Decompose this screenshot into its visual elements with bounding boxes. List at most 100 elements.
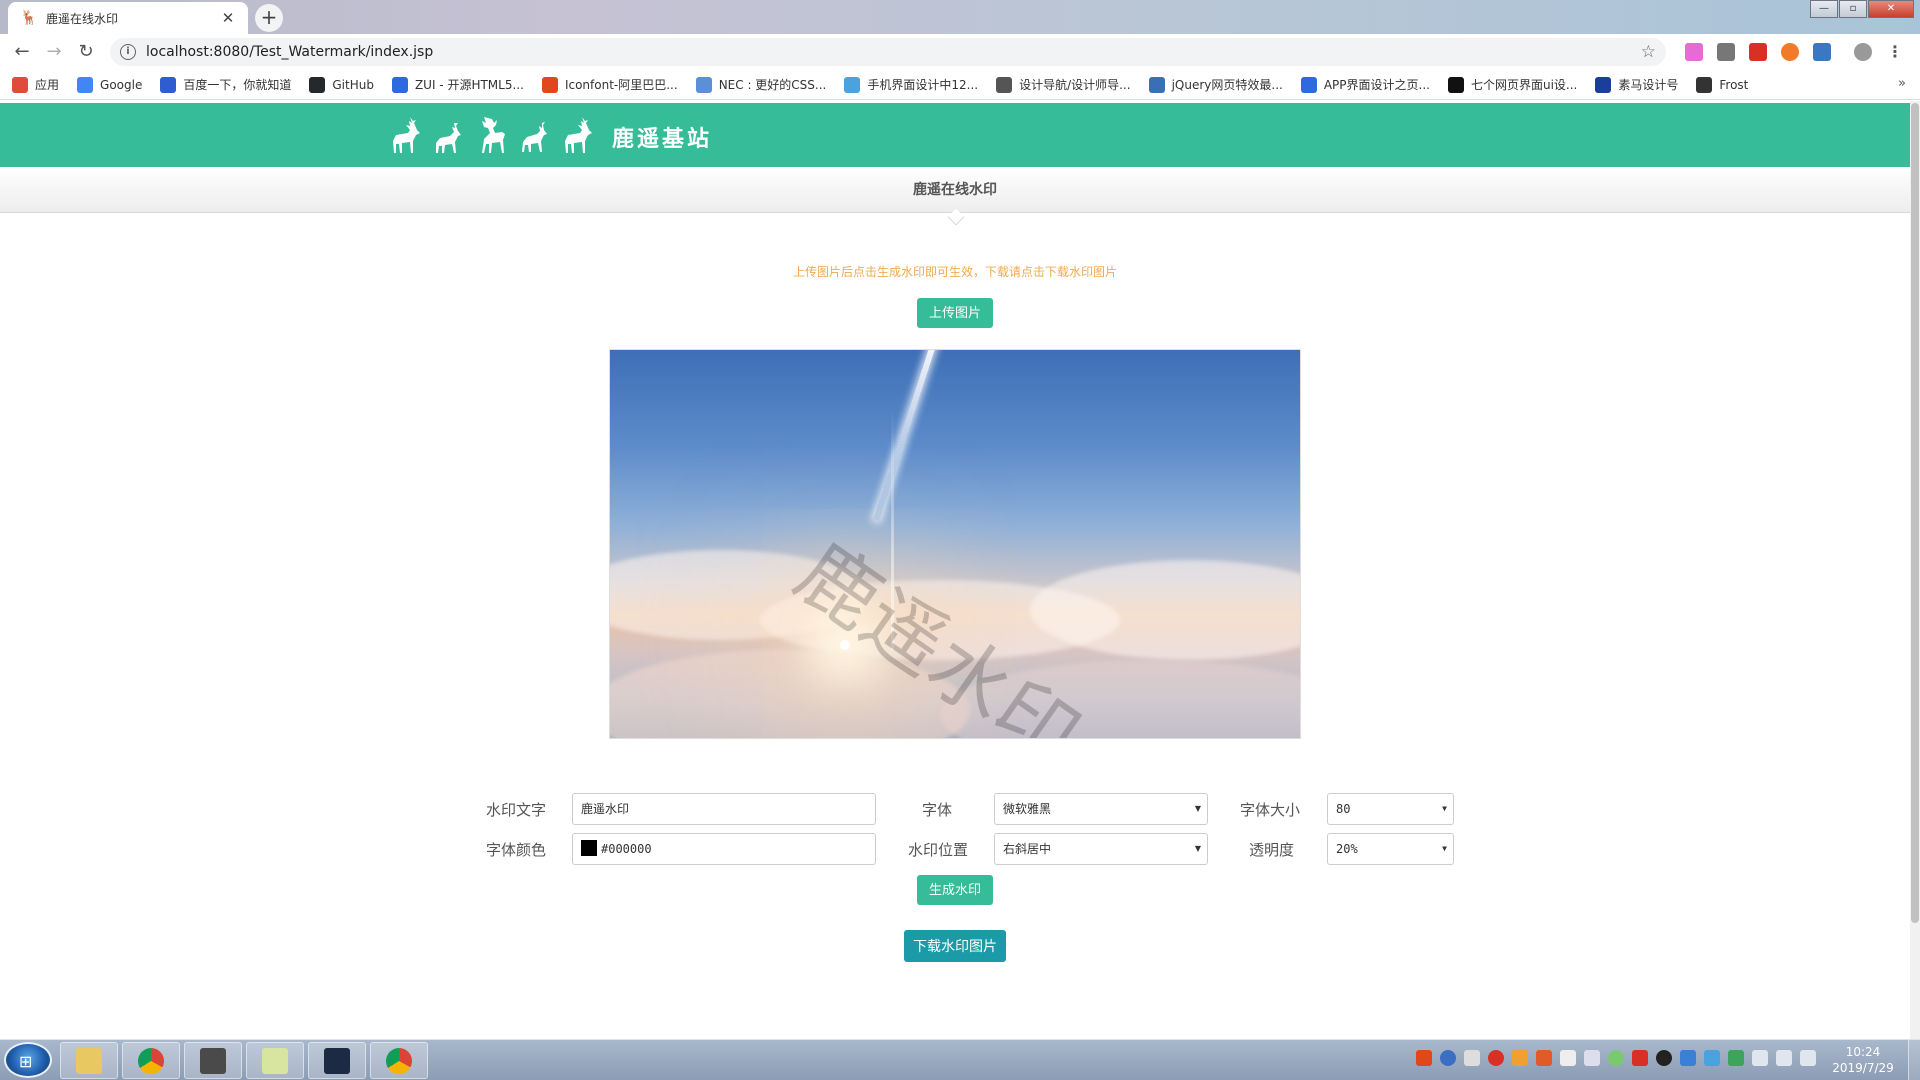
bookmark-item[interactable]: jQuery网页特效最... (1148, 76, 1283, 93)
site-header: 鹿遥基站 (0, 103, 1910, 167)
bookmark-item[interactable]: 手机界面设计中12... (844, 76, 978, 93)
color-swatch[interactable] (581, 840, 597, 856)
bookmark-item[interactable]: Iconfont-阿里巴巴... (541, 76, 678, 93)
taskbar-me[interactable] (308, 1042, 366, 1079)
bookmark-item[interactable]: NEC : 更好的CSS... (695, 76, 827, 93)
bookmark-item[interactable]: 素马设计号 (1595, 76, 1678, 93)
bookmark-label: Iconfont-阿里巴巴... (564, 78, 678, 92)
bookmark-item[interactable]: 百度一下，你就知道 (160, 76, 291, 93)
wechat-tray-icon[interactable] (1608, 1050, 1624, 1066)
clock-time: 10:24 (1845, 1045, 1881, 1059)
site-logo-text: 鹿遥基站 (612, 126, 713, 152)
bookmark-item[interactable]: 应用 (12, 76, 59, 93)
chrome-icon (138, 1047, 164, 1074)
bookmark-item[interactable]: GitHub (309, 76, 374, 93)
network-icon[interactable] (1800, 1050, 1816, 1066)
browser-tab[interactable]: 🦌 鹿遥在线水印 ✕ (8, 2, 248, 34)
bookmark-label: NEC : 更好的CSS... (718, 78, 827, 92)
tab-close-icon[interactable]: ✕ (220, 9, 236, 27)
bookmark-label: jQuery网页特效最... (1171, 78, 1283, 92)
sublime-icon (200, 1047, 226, 1074)
font-color-picker[interactable]: #000000 (572, 833, 876, 865)
watermark-text-label: 水印文字 (485, 801, 546, 819)
minimize-button[interactable]: — (1810, 0, 1838, 18)
profile-avatar[interactable] (1854, 43, 1872, 61)
qq-tray-icon[interactable] (1656, 1050, 1672, 1066)
show-desktop-button[interactable] (1908, 1040, 1920, 1080)
nvidia-tray-icon[interactable] (1728, 1050, 1744, 1066)
new-tab-button[interactable]: + (255, 4, 283, 32)
bookmark-label: 手机界面设计中12... (867, 78, 979, 92)
taskbar-clock[interactable]: 10:24 2019/7/29 (1828, 1044, 1898, 1076)
site-info-icon[interactable]: i (120, 44, 136, 60)
bookmark-item[interactable]: Frost (1696, 76, 1748, 93)
tray-icon[interactable] (1704, 1050, 1720, 1066)
tray-icon[interactable] (1632, 1050, 1648, 1066)
tray-icon[interactable] (1488, 1050, 1504, 1066)
download-watermark-button[interactable]: 下载水印图片 (904, 930, 1006, 962)
page-title[interactable]: 鹿遥在线水印 (913, 167, 997, 213)
extension-icon[interactable] (1685, 43, 1703, 61)
volume-icon[interactable] (1752, 1050, 1768, 1066)
extension-icon[interactable] (1749, 43, 1767, 61)
taskbar-explorer[interactable] (60, 1042, 118, 1079)
extension-icon[interactable] (1781, 43, 1799, 61)
tray-icon[interactable] (1416, 1050, 1432, 1066)
taskbar-notes[interactable] (246, 1042, 304, 1079)
bookmark-item[interactable]: Google (77, 76, 142, 93)
flag-icon[interactable] (1776, 1050, 1792, 1066)
font-size-select[interactable]: 80 (1327, 793, 1454, 825)
tray-icon[interactable] (1440, 1050, 1456, 1066)
bookmark-label: 设计导航/设计师导... (1019, 78, 1131, 92)
watermark-position-select[interactable]: 右斜居中 (994, 833, 1208, 865)
bookmark-label: 七个网页界面ui设... (1470, 78, 1578, 92)
reload-button[interactable]: ↻ (72, 38, 100, 66)
bookmark-star-icon[interactable]: ☆ (1641, 42, 1656, 62)
deer-logo-icon (565, 117, 592, 153)
extension-icon[interactable] (1717, 43, 1735, 61)
site-logo[interactable]: 鹿遥基站 (388, 115, 712, 155)
address-bar[interactable]: i localhost:8080/Test_Watermark/index.js… (110, 38, 1666, 66)
tray-icon[interactable] (1464, 1050, 1480, 1066)
tray-icon[interactable] (1560, 1050, 1576, 1066)
start-button[interactable]: ⊞ (4, 1042, 52, 1078)
forward-button[interactable]: → (40, 38, 68, 66)
bookmark-item[interactable]: ZUI - 开源HTML5... (391, 76, 524, 93)
url-text[interactable]: localhost:8080/Test_Watermark/index.jsp (146, 44, 1641, 60)
opacity-select[interactable]: 20% (1327, 833, 1454, 865)
watermark-position-label: 水印位置 (907, 841, 968, 859)
scrollbar-thumb[interactable] (1911, 103, 1919, 923)
deer-logo-icon (482, 117, 505, 153)
extensions-area: ⋮ (1678, 43, 1911, 61)
tray-icon[interactable] (1680, 1050, 1696, 1066)
bookmark-label: 百度一下，你就知道 (183, 78, 292, 92)
frost-icon (1696, 76, 1713, 93)
tray-icon[interactable] (1512, 1050, 1528, 1066)
taskbar-chrome-2[interactable] (370, 1042, 428, 1079)
bookmark-item[interactable]: 设计导航/设计师导... (996, 76, 1131, 93)
maximize-button[interactable]: ▫ (1839, 0, 1867, 18)
bookmark-item[interactable]: APP界面设计之页... (1300, 76, 1430, 93)
me-app-icon (324, 1047, 350, 1074)
tab-title: 鹿遥在线水印 (46, 11, 119, 26)
generate-watermark-button[interactable]: 生成水印 (917, 875, 993, 905)
suma-icon (1595, 76, 1612, 93)
bookmark-item[interactable]: 七个网页界面ui设... (1447, 76, 1578, 93)
page-scrollbar[interactable] (1910, 101, 1920, 1039)
taskbar-chrome[interactable] (122, 1042, 180, 1079)
close-window-button[interactable]: ✕ (1868, 0, 1914, 18)
font-label: 字体 (921, 801, 952, 819)
extension-icon[interactable] (1813, 43, 1831, 61)
font-select[interactable]: 微软雅黑 (994, 793, 1208, 825)
upload-image-button[interactable]: 上传图片 (917, 298, 993, 328)
plane-icon (844, 76, 861, 93)
watermark-text-input[interactable]: 鹿遥水印 (572, 793, 876, 825)
bookmark-label: GitHub (332, 77, 374, 92)
tray-icon[interactable] (1584, 1050, 1600, 1066)
taskbar-sublime[interactable] (184, 1042, 242, 1079)
font-color-label: 字体颜色 (485, 841, 546, 859)
back-button[interactable]: ← (8, 38, 36, 66)
bookmarks-overflow-button[interactable]: » (1898, 76, 1906, 91)
menu-dots-icon[interactable]: ⋮ (1886, 43, 1904, 61)
tray-icon[interactable] (1536, 1050, 1552, 1066)
